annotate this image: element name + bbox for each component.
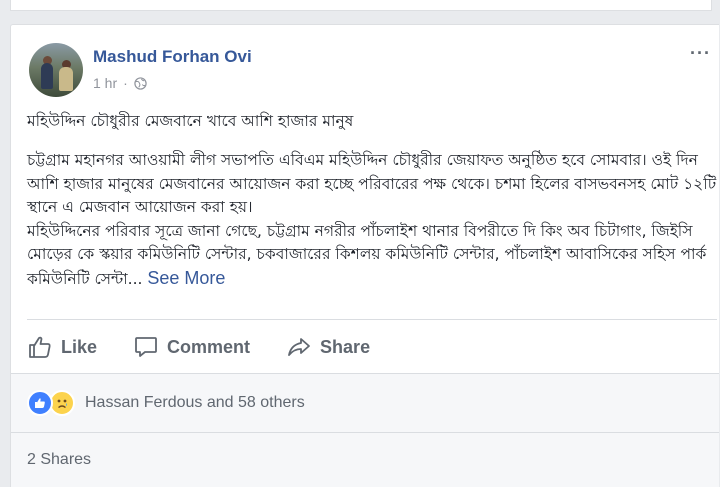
post-headline: মহিউদ্দিন চৌধুরীর মেজবানে খাবে আশি হাজার… <box>27 112 354 130</box>
reaction-names[interactable]: Hassan Ferdous and 58 others <box>85 394 305 412</box>
comment-label: Comment <box>167 336 251 357</box>
action-bar: Like Comment Share <box>27 329 370 365</box>
post-card: Mashud Forhan Ovi 1 hr · ··· মহিউদ্দিন চ… <box>10 24 719 487</box>
reactions-row: Hassan Ferdous and 58 others <box>11 374 719 432</box>
see-more-link[interactable]: See More <box>147 268 225 288</box>
separator-dot: · <box>123 75 128 91</box>
like-button[interactable]: Like <box>27 334 97 360</box>
previous-post-card <box>10 0 712 11</box>
post-body: চট্টগ্রাম মহানগর আওয়ামী লীগ সভাপতি এবিএ… <box>27 149 717 291</box>
avatar-figure <box>59 67 73 91</box>
post-paragraph-text: মহিউদ্দিনের পরিবার সূত্রে জানা গেছে, চট্… <box>27 221 707 288</box>
share-label: Share <box>320 336 371 357</box>
author-name[interactable]: Mashud Forhan Ovi <box>93 47 252 67</box>
comment-icon <box>135 337 157 357</box>
avatar-figure <box>41 63 53 89</box>
shares-count[interactable]: 2 Shares <box>27 451 91 469</box>
avatar[interactable] <box>29 43 83 97</box>
post-paragraph: মহিউদ্দিনের পরিবার সূত্রে জানা গেছে, চট্… <box>27 220 717 292</box>
share-arrow-icon <box>288 338 310 356</box>
comment-button[interactable]: Comment <box>133 334 250 360</box>
post-meta: 1 hr · <box>93 75 147 91</box>
globe-icon[interactable] <box>134 76 147 90</box>
divider <box>27 319 717 320</box>
post-time[interactable]: 1 hr <box>93 75 117 91</box>
share-button[interactable]: Share <box>286 334 370 360</box>
reactions-summary[interactable]: Hassan Ferdous and 58 others <box>27 390 305 416</box>
shares-row: 2 Shares <box>11 433 719 487</box>
like-reaction-icon <box>27 390 53 416</box>
post-paragraph: চট্টগ্রাম মহানগর আওয়ামী লীগ সভাপতি এবিএ… <box>27 151 717 216</box>
thumbs-up-icon <box>29 336 51 358</box>
more-options-icon[interactable]: ··· <box>690 43 711 64</box>
like-label: Like <box>61 336 98 357</box>
